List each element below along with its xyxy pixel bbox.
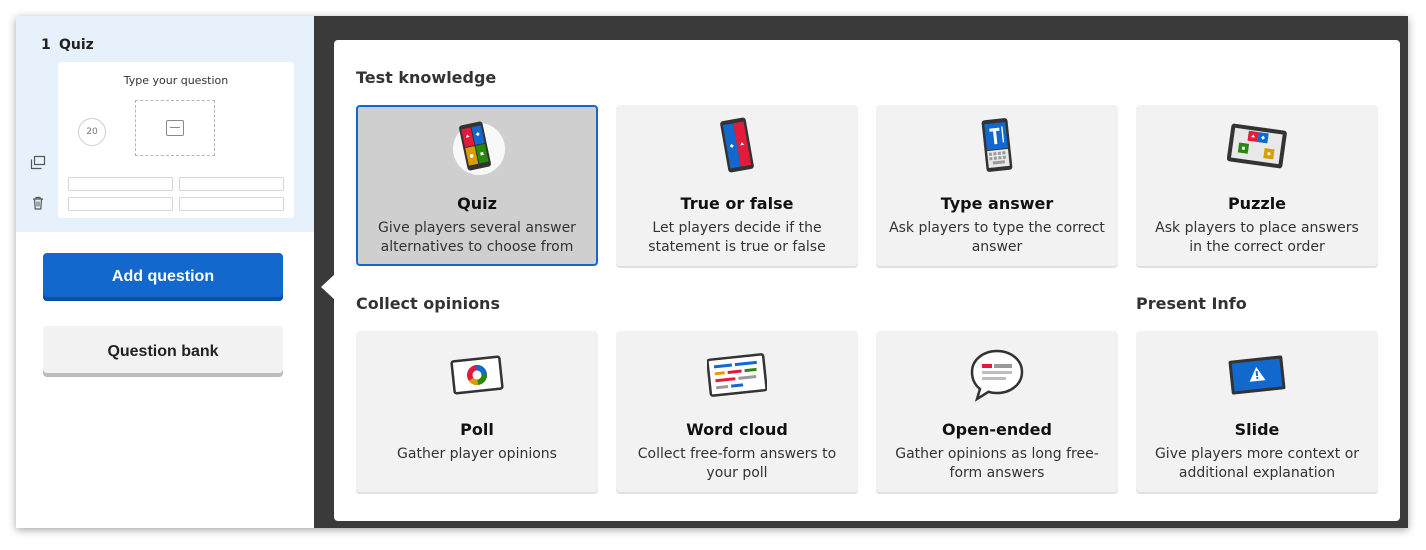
trash-icon[interactable] (30, 195, 46, 211)
question-type-popover: Test knowledge Collect opinions Present … (334, 40, 1400, 521)
open-ended-icon (967, 345, 1027, 405)
question-type-card-puzzle[interactable]: Puzzle Ask players to place answers in t… (1136, 105, 1378, 266)
card-description: Give players several answer alternatives… (378, 220, 576, 255)
card-title: Puzzle (1227, 194, 1287, 213)
card-title: Type answer (940, 194, 1054, 213)
question-type-card-poll[interactable]: Poll Gather player opinions (356, 331, 598, 492)
card-description: Ask players to place answers in the corr… (1155, 220, 1359, 255)
card-description: Gather opinions as long free-form answer… (895, 446, 1099, 481)
question-type-card-quiz[interactable]: Quiz Give players several answer alterna… (356, 105, 598, 266)
card-title: Word cloud (686, 420, 788, 439)
card-description: Collect free-form answers to your poll (637, 446, 837, 481)
slide-list-item[interactable]: 1 Quiz Type your question 20 (16, 16, 314, 232)
card-title: Quiz (457, 194, 497, 213)
duplicate-icon[interactable] (30, 155, 46, 171)
section-title-test-knowledge: Test knowledge (356, 68, 497, 87)
poll-icon (447, 345, 507, 405)
thumbnail-answer-box (68, 197, 173, 211)
app-window: 1 Quiz Type your question 20 Add questio… (16, 16, 1408, 528)
sidebar: 1 Quiz Type your question 20 Add questio… (16, 16, 314, 528)
question-type-card-slide[interactable]: Slide Give players more context or addit… (1136, 331, 1378, 492)
card-description: Let players decide if the statement is t… (648, 220, 826, 255)
thumbnail-answer-box (179, 197, 284, 211)
card-description: Ask players to type the correct answer (889, 220, 1105, 255)
card-title: True or false (680, 194, 794, 213)
thumbnail-answer-box (179, 177, 284, 191)
card-title: Slide (1234, 420, 1280, 439)
question-bank-button[interactable]: Question bank (43, 326, 283, 377)
type-answer-icon (967, 115, 1027, 175)
thumbnail-question-placeholder: Type your question (123, 74, 229, 87)
thumbnail-timer: 20 (78, 118, 106, 146)
popover-arrow (321, 274, 335, 300)
true-false-icon (707, 115, 767, 175)
thumbnail-answer-box (68, 177, 173, 191)
card-description: Gather player opinions (397, 446, 557, 462)
slide-icon (1227, 345, 1287, 405)
slide-number: 1 (41, 37, 51, 53)
card-description: Give players more context or additional … (1154, 446, 1360, 481)
question-type-card-type-answer[interactable]: Type answer Ask players to type the corr… (876, 105, 1118, 266)
question-type-card-word-cloud[interactable]: Word cloud Collect free-form answers to … (616, 331, 858, 492)
card-title: Poll (460, 420, 494, 439)
word-cloud-icon (706, 345, 768, 405)
slide-thumbnail[interactable]: Type your question 20 (58, 62, 294, 218)
section-title-collect-opinions: Collect opinions (356, 294, 500, 313)
add-question-button[interactable]: Add question (43, 253, 283, 301)
puzzle-icon (1226, 115, 1287, 175)
question-type-card-open-ended[interactable]: Open-ended Gather opinions as long free-… (876, 331, 1118, 492)
question-type-card-true-or-false[interactable]: True or false Let players decide if the … (616, 105, 858, 266)
thumbnail-media-placeholder (135, 100, 215, 156)
quiz-icon (449, 117, 509, 177)
slide-type-label: Quiz (59, 37, 94, 53)
section-title-present-info: Present Info (1136, 294, 1247, 313)
card-title: Open-ended (942, 420, 1052, 439)
image-icon (166, 120, 184, 136)
